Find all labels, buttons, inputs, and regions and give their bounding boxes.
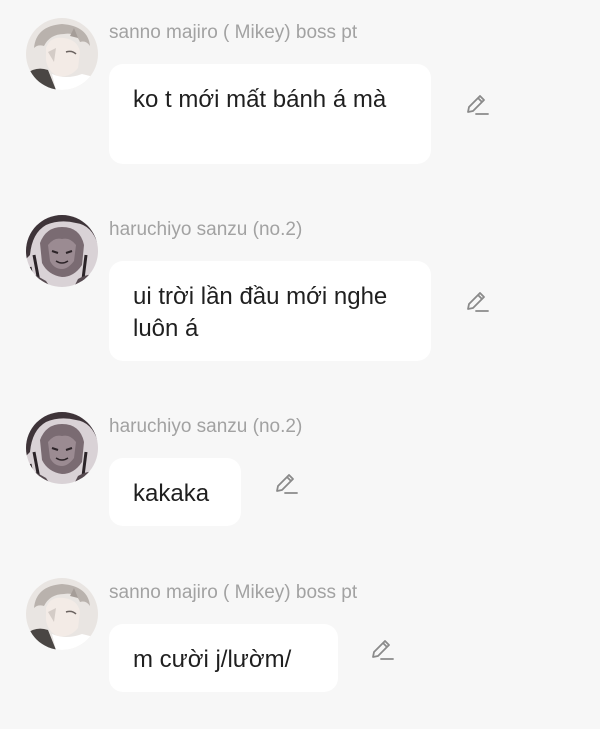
mikey-avatar-icon[interactable]: [26, 578, 98, 650]
pencil-edit-icon[interactable]: [368, 636, 396, 664]
sender-name: haruchiyo sanzu (no.2): [109, 416, 303, 437]
message-bubble: ko t mới mất bánh á mà: [109, 64, 431, 164]
message-bubble: m cười j/lườm/: [109, 624, 338, 692]
mikey-avatar-icon[interactable]: [26, 18, 98, 90]
message-bubble: ui trời lần đầu mới nghe luôn á: [109, 261, 431, 361]
pencil-edit-icon[interactable]: [463, 288, 491, 316]
sender-name: sanno majiro ( Mikey) boss pt: [109, 22, 358, 43]
sanzu-avatar-icon[interactable]: [26, 412, 98, 484]
pencil-edit-icon[interactable]: [272, 470, 300, 498]
sender-name: sanno majiro ( Mikey) boss pt: [109, 582, 358, 603]
chat-message-list: sanno majiro ( Mikey) boss pt ko t mới m…: [0, 0, 600, 729]
chat-message: sanno majiro ( Mikey) boss pt m cười j/l…: [0, 578, 600, 698]
message-bubble: kakaka: [109, 458, 241, 526]
chat-message: haruchiyo sanzu (no.2) kakaka: [0, 412, 600, 532]
pencil-edit-icon[interactable]: [463, 91, 491, 119]
sanzu-avatar-icon[interactable]: [26, 215, 98, 287]
chat-message: haruchiyo sanzu (no.2) ui trời lần đầu m…: [0, 215, 600, 365]
chat-message: sanno majiro ( Mikey) boss pt ko t mới m…: [0, 18, 600, 168]
sender-name: haruchiyo sanzu (no.2): [109, 219, 303, 240]
